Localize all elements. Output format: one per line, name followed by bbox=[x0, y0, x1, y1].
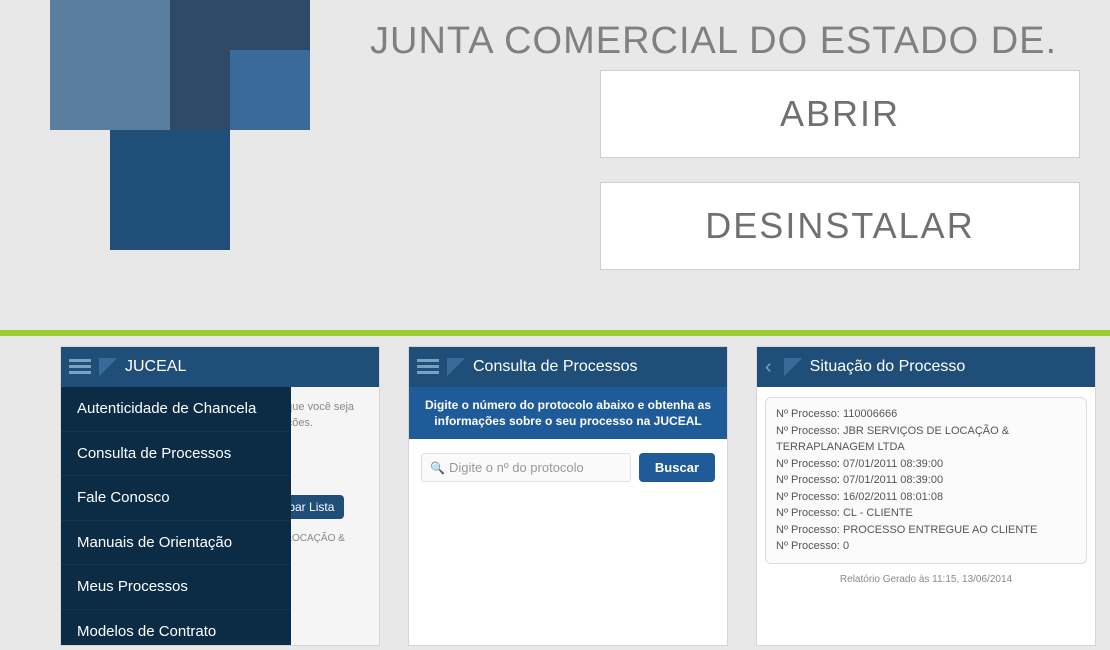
hint-text: a que você seja bbox=[277, 401, 371, 413]
hamburger-icon[interactable] bbox=[417, 359, 439, 375]
result-line: Nº Processo: CL - CLIENTE bbox=[776, 505, 1076, 522]
hint-text: rações. bbox=[277, 417, 371, 429]
open-button[interactable]: ABRIR bbox=[600, 70, 1080, 158]
menu-item[interactable]: Autenticidade de Chancela bbox=[61, 387, 291, 432]
uninstall-button[interactable]: DESINSTALAR bbox=[600, 182, 1080, 270]
placeholder-text: Digite o nº do protocolo bbox=[449, 460, 584, 475]
app-topbar: ‹ Situação do Processo bbox=[757, 347, 1095, 387]
screen2-body: Digite o número do protocolo abaixo e ob… bbox=[409, 387, 727, 645]
mini-logo-icon bbox=[784, 358, 802, 376]
result-line: Nº Processo: 16/02/2011 08:01:08 bbox=[776, 489, 1076, 506]
instruction-banner: Digite o número do protocolo abaixo e ob… bbox=[409, 387, 727, 439]
back-icon[interactable]: ‹ bbox=[765, 356, 772, 379]
screenshot-3: ‹ Situação do Processo Nº Processo: 1100… bbox=[756, 346, 1096, 646]
report-timestamp: Relatório Gerado às 11:15, 13/06/2014 bbox=[765, 574, 1087, 585]
app-logo bbox=[50, 0, 330, 265]
topbar-title: Consulta de Processos bbox=[473, 358, 638, 376]
result-line: Nº Processo: 07/01/2011 08:39:00 bbox=[776, 472, 1076, 489]
topbar-title: Situação do Processo bbox=[810, 358, 966, 376]
search-icon: 🔍 bbox=[430, 461, 445, 475]
app-topbar: Consulta de Processos bbox=[409, 347, 727, 387]
menu-item[interactable]: Manuais de Orientação bbox=[61, 521, 291, 566]
screen3-body: Nº Processo: 110006666 Nº Processo: JBR … bbox=[757, 387, 1095, 645]
process-result-card: Nº Processo: 110006666 Nº Processo: JBR … bbox=[765, 397, 1087, 564]
screen1-body: a que você seja rações. Limpar Lista E L… bbox=[61, 387, 379, 645]
screenshot-2: Consulta de Processos Digite o número do… bbox=[408, 346, 728, 646]
side-menu: Autenticidade de Chancela Consulta de Pr… bbox=[61, 387, 291, 645]
result-line: Nº Processo: 07/01/2011 08:39:00 bbox=[776, 456, 1076, 473]
menu-item[interactable]: Consulta de Processos bbox=[61, 432, 291, 477]
action-button-group: ABRIR DESINSTALAR bbox=[600, 70, 1080, 270]
menu-item[interactable]: Meus Processos bbox=[61, 565, 291, 610]
topbar-title: JUCEAL bbox=[125, 358, 186, 376]
screenshots-row: JUCEAL a que você seja rações. Limpar Li… bbox=[0, 336, 1110, 650]
mini-logo-icon bbox=[447, 358, 465, 376]
result-line: Nº Processo: 0 bbox=[776, 538, 1076, 555]
result-line: Nº Processo: PROCESSO ENTREGUE AO CLIENT… bbox=[776, 522, 1076, 539]
result-line: Nº Processo: JBR SERVIÇOS DE LOCAÇÃO & T… bbox=[776, 423, 1076, 456]
screenshot-1: JUCEAL a que você seja rações. Limpar Li… bbox=[60, 346, 380, 646]
app-topbar: JUCEAL bbox=[61, 347, 379, 387]
search-row: 🔍 Digite o nº do protocolo Buscar bbox=[409, 439, 727, 496]
app-header-section: JUNTA COMERCIAL DO ESTADO DE. ABRIR DESI… bbox=[0, 0, 1110, 330]
menu-item[interactable]: Fale Conosco bbox=[61, 476, 291, 521]
app-title: JUNTA COMERCIAL DO ESTADO DE. bbox=[370, 20, 1057, 63]
protocol-input[interactable]: 🔍 Digite o nº do protocolo bbox=[421, 453, 631, 482]
search-button[interactable]: Buscar bbox=[639, 453, 715, 482]
partial-company-text: E LOCAÇÃO & bbox=[277, 533, 371, 544]
mini-logo-icon bbox=[99, 358, 117, 376]
result-line: Nº Processo: 110006666 bbox=[776, 406, 1076, 423]
hamburger-icon[interactable] bbox=[69, 359, 91, 375]
menu-item[interactable]: Modelos de Contrato bbox=[61, 610, 291, 647]
